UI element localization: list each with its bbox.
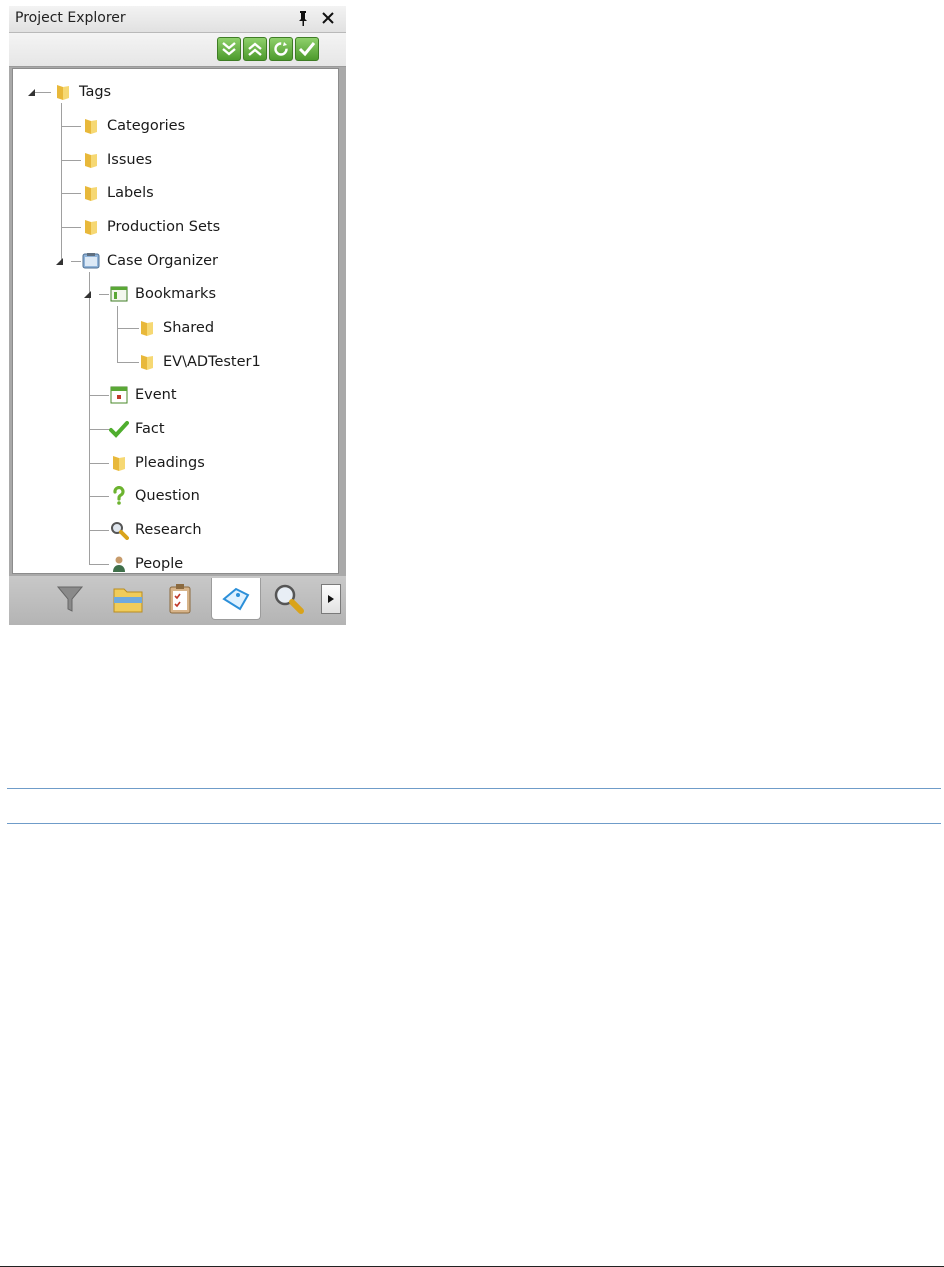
tree-connector	[117, 306, 118, 362]
collapse-all-button[interactable]	[243, 37, 267, 61]
person-icon	[109, 554, 129, 573]
tree-item-fact[interactable]: Fact	[109, 417, 165, 441]
tree-item-pleadings[interactable]: Pleadings	[109, 451, 205, 475]
checkmark-icon	[298, 42, 316, 57]
double-chevron-down-icon	[222, 42, 236, 56]
tree-connector	[89, 496, 109, 497]
expander-collapse-icon[interactable]	[27, 88, 36, 97]
tree-connector	[89, 272, 90, 564]
folder-icon	[81, 150, 101, 170]
folder-icon	[81, 217, 101, 237]
folder-icon	[53, 82, 73, 102]
folder-icon	[109, 453, 129, 473]
tab-scroll-right-button[interactable]	[321, 584, 341, 614]
tree-connector	[89, 395, 109, 396]
divider-line	[7, 823, 941, 824]
question-mark-icon	[109, 486, 129, 506]
filter-icon	[56, 586, 84, 612]
folders-icon	[113, 588, 143, 613]
refresh-button[interactable]	[269, 37, 293, 61]
tree-connector	[89, 463, 109, 464]
tree-item-event[interactable]: Event	[109, 383, 177, 407]
tag-icon	[222, 587, 250, 610]
triangle-right-icon	[328, 595, 334, 603]
tab-tags[interactable]	[211, 578, 261, 620]
tree-connector	[89, 564, 109, 565]
tree-item-tags[interactable]: Tags	[53, 80, 111, 104]
apply-button[interactable]	[295, 37, 319, 61]
panel-title: Project Explorer	[15, 10, 126, 26]
tree-connector	[61, 160, 81, 161]
double-chevron-up-icon	[248, 42, 262, 56]
expander-collapse-icon[interactable]	[55, 257, 64, 266]
panel-title-bar: Project Explorer	[9, 6, 346, 33]
folder-icon	[137, 352, 157, 372]
project-tree: Tags Categories Issues Labels Production…	[12, 68, 339, 574]
tree-connector	[61, 193, 81, 194]
tree-connector	[61, 227, 81, 228]
tree-item-research[interactable]: Research	[109, 518, 202, 542]
tree-connector	[35, 92, 51, 93]
folder-icon	[137, 318, 157, 338]
tree-item-people[interactable]: People	[109, 552, 183, 573]
clipboard-icon	[169, 584, 191, 614]
calendar-icon	[109, 385, 129, 405]
checkmark-icon	[109, 419, 129, 439]
tree-item-issues[interactable]: Issues	[81, 148, 152, 172]
tab-folders[interactable]	[103, 578, 153, 620]
folder-icon	[81, 183, 101, 203]
tree-item-labels[interactable]: Labels	[81, 181, 154, 205]
pin-icon[interactable]	[296, 9, 310, 27]
tree-connector	[117, 328, 139, 329]
tree-connector	[117, 362, 139, 363]
tree-item-production-sets[interactable]: Production Sets	[81, 215, 220, 239]
tree-connector	[99, 294, 109, 295]
refresh-icon	[274, 42, 288, 56]
tab-search[interactable]	[267, 578, 311, 620]
tree-item-shared[interactable]: Shared	[137, 316, 214, 340]
magnifier-icon	[109, 520, 129, 540]
case-organizer-icon	[81, 251, 101, 271]
tree-connector	[89, 429, 109, 430]
tree-item-case-organizer[interactable]: Case Organizer	[81, 249, 218, 273]
tree-item-question[interactable]: Question	[109, 484, 200, 508]
expand-all-button[interactable]	[217, 37, 241, 61]
folder-icon	[81, 116, 101, 136]
tree-item-categories[interactable]: Categories	[81, 114, 185, 138]
tree-connector	[61, 126, 81, 127]
tree-item-bookmarks[interactable]: Bookmarks	[109, 282, 216, 306]
panel-toolbar	[9, 33, 346, 67]
tree-item-evadtester1[interactable]: EV\ADTester1	[137, 350, 261, 374]
project-explorer-panel: Project Explorer Tags Categories Issues …	[9, 6, 346, 625]
expander-collapse-icon[interactable]	[83, 290, 92, 299]
tab-filter[interactable]	[45, 578, 95, 620]
close-icon[interactable]	[320, 10, 336, 26]
tree-connector	[71, 261, 81, 262]
divider-line	[7, 788, 941, 789]
bookmarks-icon	[109, 284, 129, 304]
search-icon	[274, 584, 304, 614]
tab-checklist[interactable]	[155, 578, 205, 620]
panel-tab-strip	[9, 576, 346, 625]
tree-connector	[89, 530, 109, 531]
